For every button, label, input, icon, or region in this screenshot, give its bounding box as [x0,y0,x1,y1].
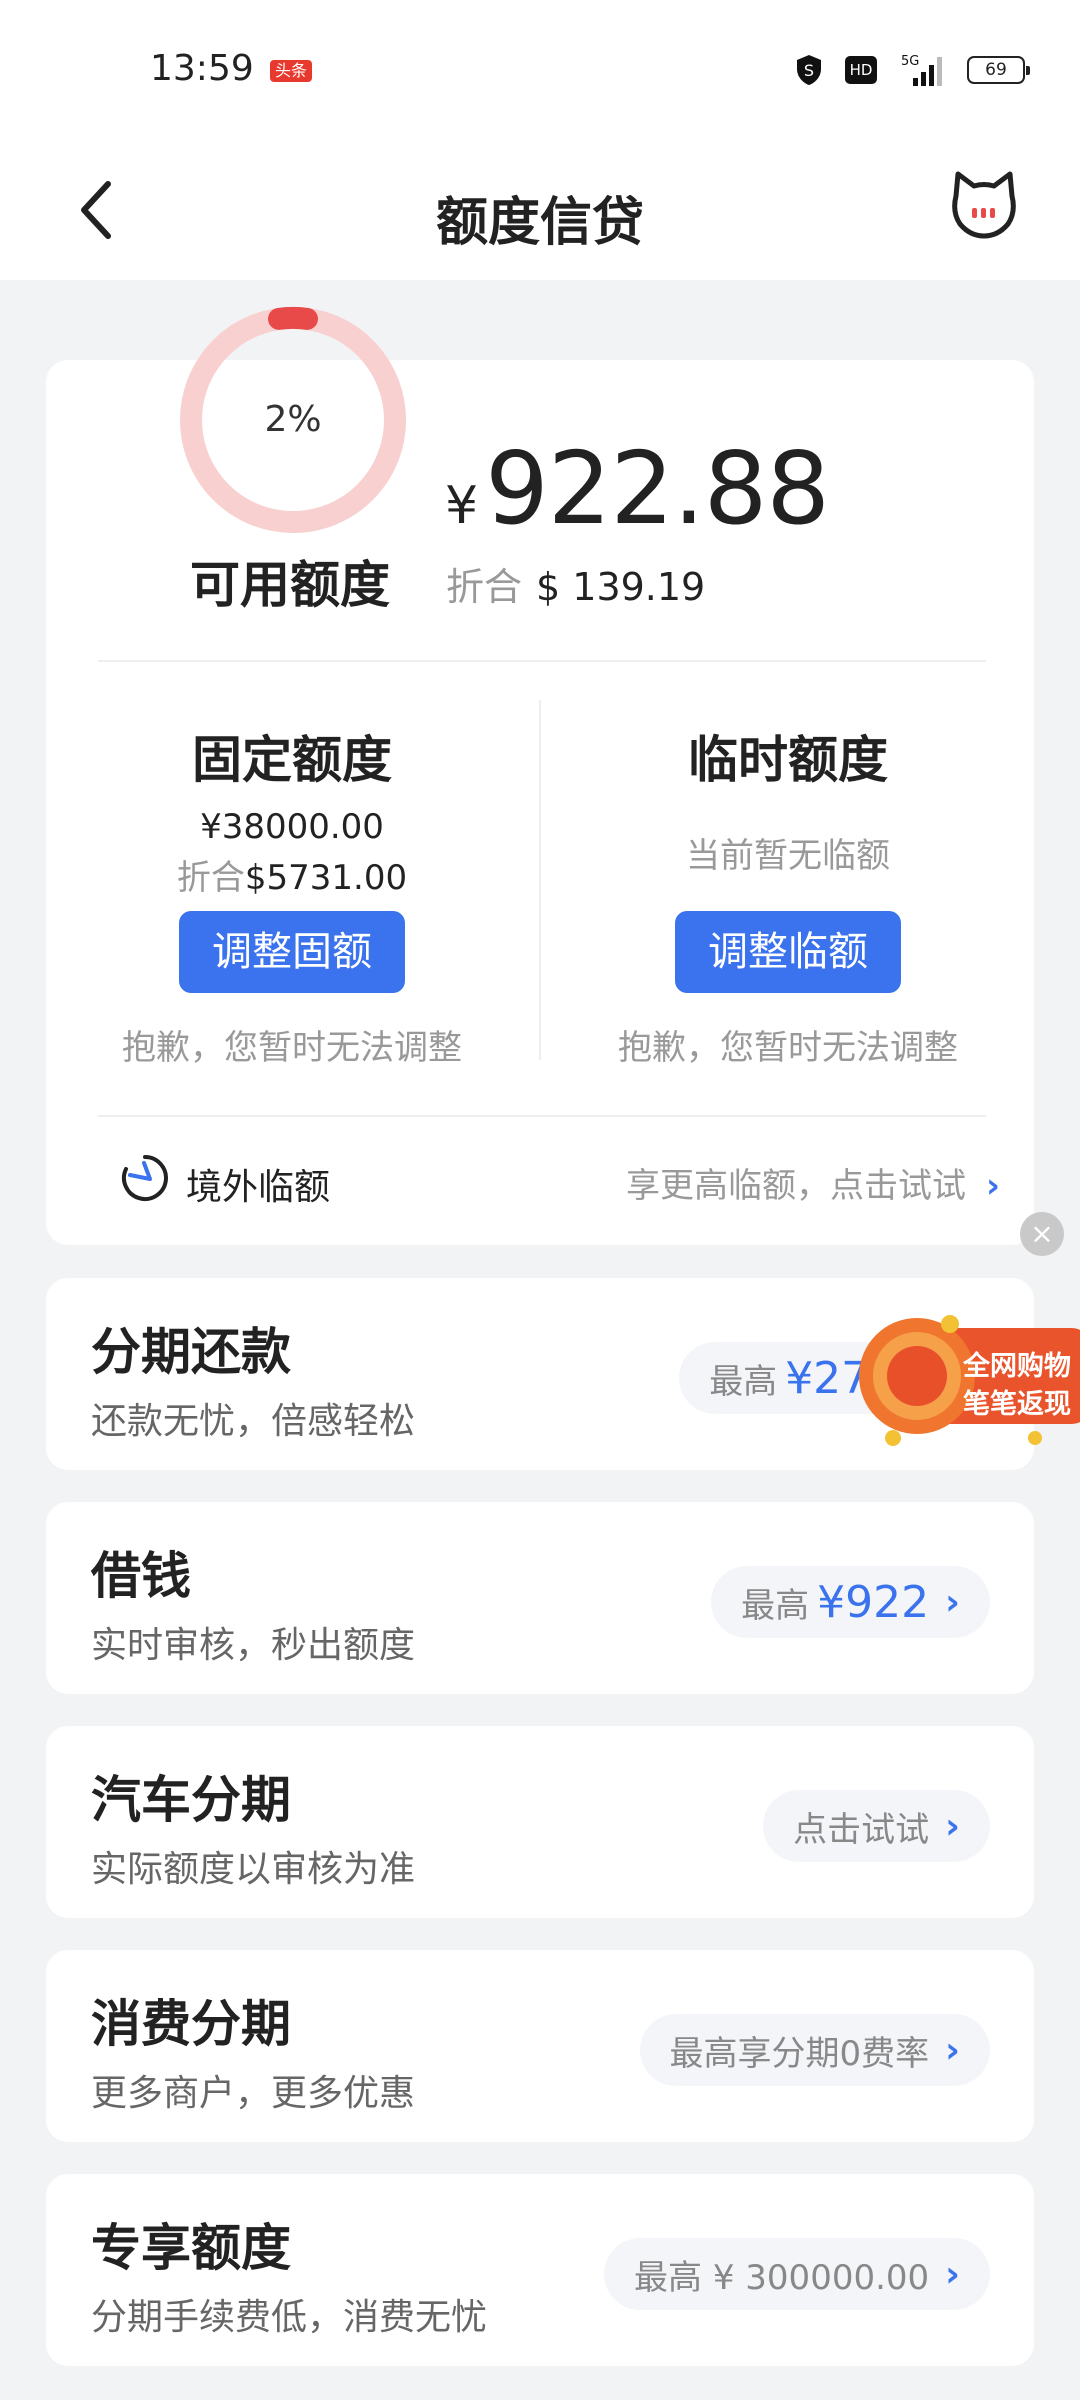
divider [98,1115,986,1117]
fixed-limit-note: 抱歉，您暂时无法调整 [122,1028,462,1068]
product-title: 分期还款 [91,1323,291,1381]
temporary-limit-note: 抱歉，您暂时无法调整 [618,1028,958,1068]
svg-text:S: S [804,61,814,80]
currency-symbol: ¥ [445,476,478,536]
list-item-borrow[interactable]: 借钱 实时审核，秒出额度 最高 ¥922 › [46,1502,1034,1694]
usage-ring: 2% [178,305,408,535]
divider [539,700,541,1060]
adjust-fixed-limit-button[interactable]: 调整固额 [179,911,405,993]
fixed-limit-amount: ¥38000.00 [200,807,384,847]
product-title: 消费分期 [91,1995,291,2053]
adjust-temporary-limit-button[interactable]: 调整临额 [675,911,901,993]
promo-line-1: 全网购物 [963,1351,1071,1382]
list-item-exclusive-limit[interactable]: 专享额度 分期手续费低，消费无忧 最高 ¥ 300000.00 › [46,2174,1034,2366]
news-app-badge: 头条 [270,60,313,82]
available-amount-usd: 折合 $ 139.19 [446,556,705,611]
status-bar: 13:59 头条 S HD 5G 69 [0,0,1080,140]
status-icons: S HD 5G 69 [795,52,1030,88]
fx-prefix: 折合 [446,565,523,609]
chevron-right-icon: › [945,2029,960,2071]
pill-prefix: 最高 ¥ 300000.00 [634,2257,930,2298]
cat-face-icon [952,171,1016,239]
overseas-limit-action[interactable]: 享更高临额，点击试试 › [626,1158,1000,1207]
page-title: 额度信贷 [435,193,644,253]
list-item-car-installment[interactable]: 汽车分期 实际额度以审核为准 点击试试 › [46,1726,1034,1918]
product-limit-pill[interactable]: 最高 ¥922 › [711,1566,990,1638]
battery-icon: 69 [967,56,1030,84]
hd-voice-icon: HD [845,56,877,84]
pill-prefix: 点击试试 [793,1809,930,1850]
fixed-limit-usd: 折合$5731.00 [82,850,502,899]
product-subtitle: 实时审核，秒出额度 [91,1625,416,1666]
customer-service-button[interactable] [948,168,1020,240]
product-title: 汽车分期 [91,1771,291,1829]
product-limit-pill[interactable]: 最高 ¥ 300000.00 › [604,2238,990,2310]
available-credit-label: 可用额度 [190,556,390,614]
security-shield-icon: S [795,54,823,86]
fx-amount: $ 139.19 [536,565,706,609]
pill-prefix: 最高享分期0费率 [669,2033,930,2074]
plane-clock-icon [120,1153,170,1203]
divider [98,660,986,662]
temporary-limit-title: 临时额度 [688,731,888,789]
available-amount-value: 922.88 [485,430,830,547]
promo-line-2: 笔笔返现 [963,1389,1071,1420]
pill-prefix: 最高 [741,1585,810,1626]
product-title: 借钱 [91,1547,191,1605]
product-limit-pill[interactable]: 最高享分期0费率 › [639,2014,990,2086]
overseas-limit-action-text: 享更高临额，点击试试 [625,1166,966,1206]
chevron-right-icon: › [985,1166,1000,1206]
fixed-limit-usd-value: $5731.00 [244,858,408,898]
cashback-promo-banner[interactable]: 全网购物 笔笔返现 [855,1310,1080,1450]
chevron-right-icon: › [945,1581,960,1623]
signal-5g-icon: 5G [899,52,945,88]
overseas-limit-label[interactable]: 境外临额 [186,1158,330,1210]
chevron-right-icon: › [945,2253,960,2295]
chevron-right-icon: › [945,1805,960,1847]
nav-bar: 额度信贷 [0,140,1080,280]
status-time: 13:59 [150,48,254,89]
product-subtitle: 实际额度以审核为准 [91,1849,416,1890]
fx-prefix: 折合 [176,858,245,898]
product-limit-pill[interactable]: 点击试试 › [763,1790,990,1862]
promo-text: 全网购物 笔笔返现 [963,1348,1071,1424]
usage-percent: 2% [264,399,322,440]
product-subtitle: 更多商户，更多优惠 [91,2073,416,2114]
product-title: 专享额度 [91,2219,291,2277]
available-amount: ¥922.88 [445,430,830,547]
fixed-limit-title: 固定额度 [192,731,392,789]
product-subtitle: 分期手续费低，消费无忧 [91,2297,488,2338]
svg-text:5G: 5G [901,54,919,69]
list-item-consumer-installment[interactable]: 消费分期 更多商户，更多优惠 最高享分期0费率 › [46,1950,1034,2142]
product-subtitle: 还款无忧，倍感轻松 [91,1401,416,1442]
pill-value: ¥922 [817,1576,930,1628]
close-promo-button[interactable]: × [1020,1212,1064,1256]
pill-prefix: 最高 [709,1361,778,1402]
temporary-limit-status: 当前暂无临额 [686,836,890,876]
